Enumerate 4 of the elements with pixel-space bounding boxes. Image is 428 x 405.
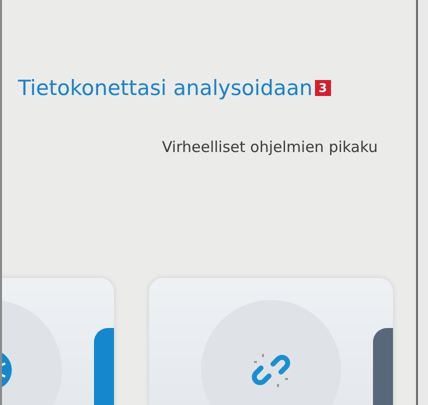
callout-number: 3	[314, 80, 331, 96]
page-title: Tietokonettasi analysoidaan	[18, 76, 313, 100]
scan-card[interactable]	[149, 278, 393, 405]
status-text: Virheelliset ohjelmien pikaku	[161, 137, 379, 156]
